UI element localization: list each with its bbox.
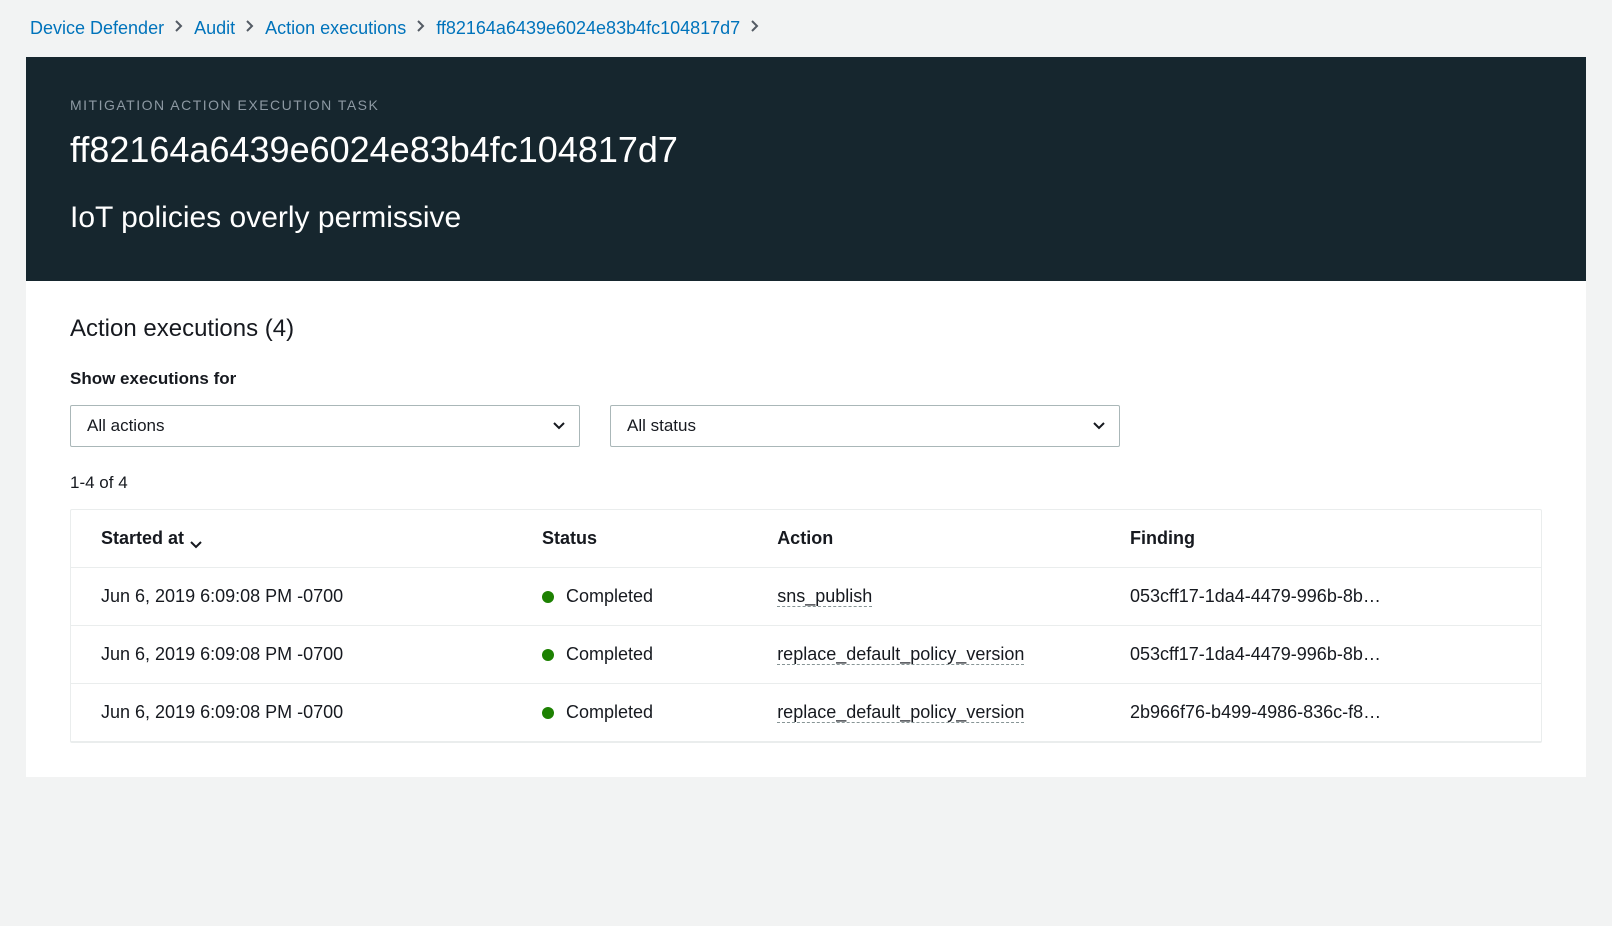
col-header-action[interactable]: Action bbox=[747, 528, 1100, 549]
filter-label: Show executions for bbox=[70, 369, 1542, 389]
caret-down-icon bbox=[1093, 422, 1105, 430]
table-row: Jun 6, 2019 6:09:08 PM -0700 Completed rep… bbox=[71, 626, 1541, 684]
caret-down-icon bbox=[553, 422, 565, 430]
chevron-right-icon bbox=[750, 19, 760, 38]
col-header-finding-label: Finding bbox=[1130, 528, 1195, 549]
table-row: Jun 6, 2019 6:09:08 PM -0700 Completed rep… bbox=[71, 684, 1541, 742]
table-row: Jun 6, 2019 6:09:08 PM -0700 Completed sns… bbox=[71, 568, 1541, 626]
cell-started-at: Jun 6, 2019 6:09:08 PM -0700 bbox=[71, 702, 512, 723]
cell-status: Completed bbox=[512, 702, 747, 723]
table-body: Jun 6, 2019 6:09:08 PM -0700 Completed sns… bbox=[71, 568, 1541, 742]
section-title: Action executions (4) bbox=[70, 315, 1542, 343]
filter-row: All actions All status bbox=[70, 405, 1542, 447]
breadcrumb-link-device-defender[interactable]: Device Defender bbox=[30, 18, 164, 39]
status-dot-icon bbox=[542, 707, 554, 719]
col-header-started-label: Started at bbox=[101, 528, 184, 549]
cell-status: Completed bbox=[512, 586, 747, 607]
cell-action: replace_default_policy_version bbox=[747, 702, 1100, 723]
col-header-status-label: Status bbox=[542, 528, 597, 549]
cell-finding: 053cff17-1da4-4479-996b-8b… bbox=[1100, 644, 1541, 665]
chevron-down-icon bbox=[190, 533, 202, 545]
pagination-range: 1-4 of 4 bbox=[70, 473, 1542, 493]
cell-finding: 2b966f76-b499-4986-836c-f8… bbox=[1100, 702, 1541, 723]
col-header-started[interactable]: Started at bbox=[71, 528, 512, 549]
actions-select-value: All actions bbox=[87, 416, 164, 436]
col-header-status[interactable]: Status bbox=[512, 528, 747, 549]
breadcrumb: Device Defender Audit Action executions … bbox=[0, 0, 1612, 57]
task-header: MITIGATION ACTION EXECUTION TASK ff82164… bbox=[26, 57, 1586, 281]
content-panel: Action executions (4) Show executions fo… bbox=[26, 281, 1586, 777]
status-select-value: All status bbox=[627, 416, 696, 436]
cell-started-at: Jun 6, 2019 6:09:08 PM -0700 bbox=[71, 586, 512, 607]
table-header-row: Started at Status Action Finding bbox=[71, 510, 1541, 568]
header-task-id: ff82164a6439e6024e83b4fc104817d7 bbox=[70, 129, 1542, 171]
status-select[interactable]: All status bbox=[610, 405, 1120, 447]
cell-status: Completed bbox=[512, 644, 747, 665]
cell-action: sns_publish bbox=[747, 586, 1100, 607]
status-text: Completed bbox=[566, 644, 653, 665]
status-text: Completed bbox=[566, 586, 653, 607]
action-link[interactable]: sns_publish bbox=[777, 586, 872, 607]
breadcrumb-link-audit[interactable]: Audit bbox=[194, 18, 235, 39]
chevron-right-icon bbox=[245, 19, 255, 38]
status-dot-icon bbox=[542, 591, 554, 603]
breadcrumb-link-task-id[interactable]: ff82164a6439e6024e83b4fc104817d7 bbox=[436, 18, 740, 39]
status-dot-icon bbox=[542, 649, 554, 661]
col-header-action-label: Action bbox=[777, 528, 833, 549]
chevron-right-icon bbox=[416, 19, 426, 38]
executions-table: Started at Status Action Finding Jun 6, … bbox=[70, 509, 1542, 743]
cell-finding: 053cff17-1da4-4479-996b-8b… bbox=[1100, 586, 1541, 607]
col-header-finding[interactable]: Finding bbox=[1100, 528, 1541, 549]
status-text: Completed bbox=[566, 702, 653, 723]
cell-started-at: Jun 6, 2019 6:09:08 PM -0700 bbox=[71, 644, 512, 665]
actions-select[interactable]: All actions bbox=[70, 405, 580, 447]
action-link[interactable]: replace_default_policy_version bbox=[777, 702, 1024, 723]
breadcrumb-link-action-executions[interactable]: Action executions bbox=[265, 18, 406, 39]
header-eyebrow: MITIGATION ACTION EXECUTION TASK bbox=[70, 97, 1542, 113]
header-check-name: IoT policies overly permissive bbox=[70, 201, 1542, 235]
action-link[interactable]: replace_default_policy_version bbox=[777, 644, 1024, 665]
chevron-right-icon bbox=[174, 19, 184, 38]
cell-action: replace_default_policy_version bbox=[747, 644, 1100, 665]
